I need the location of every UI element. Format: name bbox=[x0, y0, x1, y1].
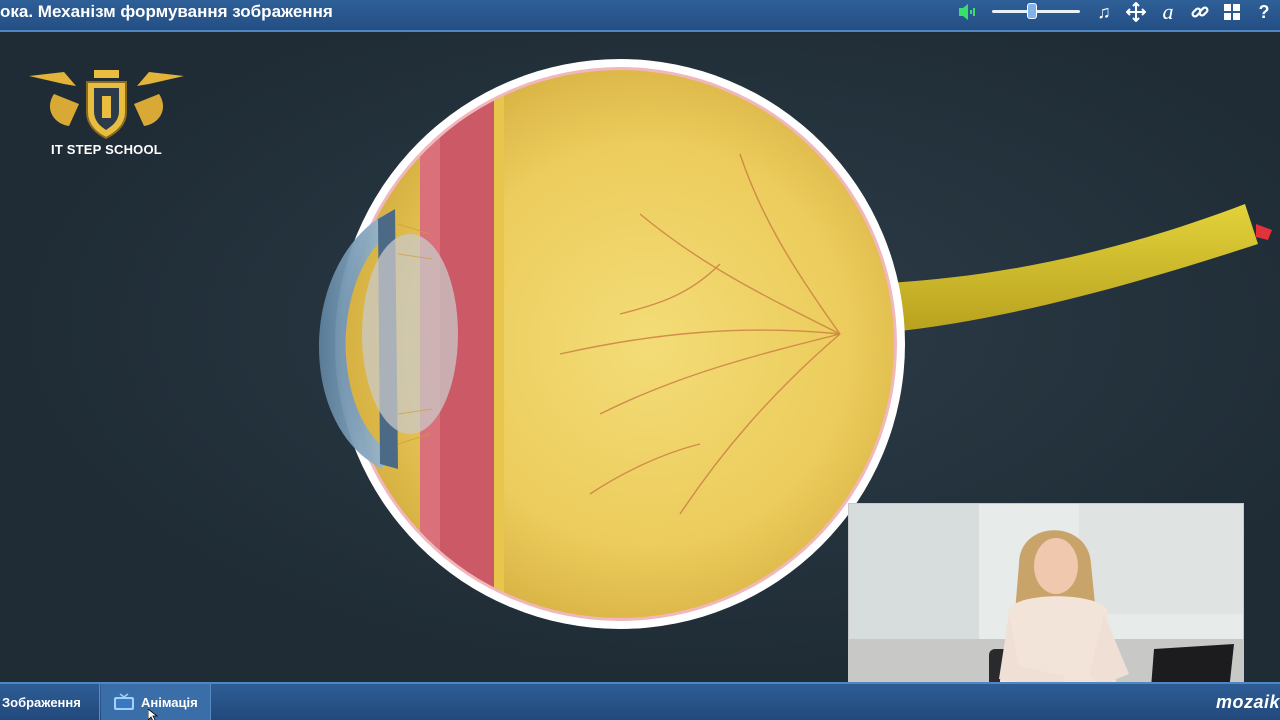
volume-slider[interactable] bbox=[988, 1, 1084, 23]
logo-text: IT STEP SCHOOL bbox=[51, 142, 162, 157]
link-icon[interactable] bbox=[1184, 0, 1216, 24]
lens bbox=[362, 234, 458, 434]
tab-images-label: Зображення bbox=[2, 694, 81, 710]
volume-slider-knob[interactable] bbox=[1027, 3, 1038, 19]
music-icon[interactable]: ♫ bbox=[1088, 0, 1120, 24]
font-icon[interactable]: a bbox=[1152, 0, 1184, 24]
crest-icon bbox=[29, 70, 184, 140]
page-title: ока. Механізм формування зображення bbox=[0, 2, 333, 21]
tv-icon bbox=[114, 693, 134, 710]
move-icon[interactable] bbox=[1120, 0, 1152, 24]
bottom-toolbar: Зображення Анімація mozaik bbox=[0, 682, 1280, 720]
help-icon[interactable]: ? bbox=[1248, 0, 1280, 24]
brand-logo: mozaik bbox=[1215, 692, 1280, 712]
speaker-icon[interactable] bbox=[952, 0, 984, 24]
tab-animation-label: Анімація bbox=[141, 694, 198, 710]
mouse-cursor-icon bbox=[148, 709, 158, 720]
toolbar-tools: ♫ a ? bbox=[952, 0, 1280, 24]
top-toolbar: ока. Механізм формування зображення ♫ a bbox=[0, 0, 1280, 32]
optic-nerve bbox=[870, 204, 1258, 334]
school-logo: IT STEP SCHOOL bbox=[24, 64, 189, 168]
animation-stage: IT STEP SCHOOL bbox=[0, 34, 1280, 720]
tab-images[interactable]: Зображення bbox=[0, 684, 100, 720]
optic-nerve-tip bbox=[1256, 224, 1272, 240]
grid-icon[interactable] bbox=[1216, 0, 1248, 24]
